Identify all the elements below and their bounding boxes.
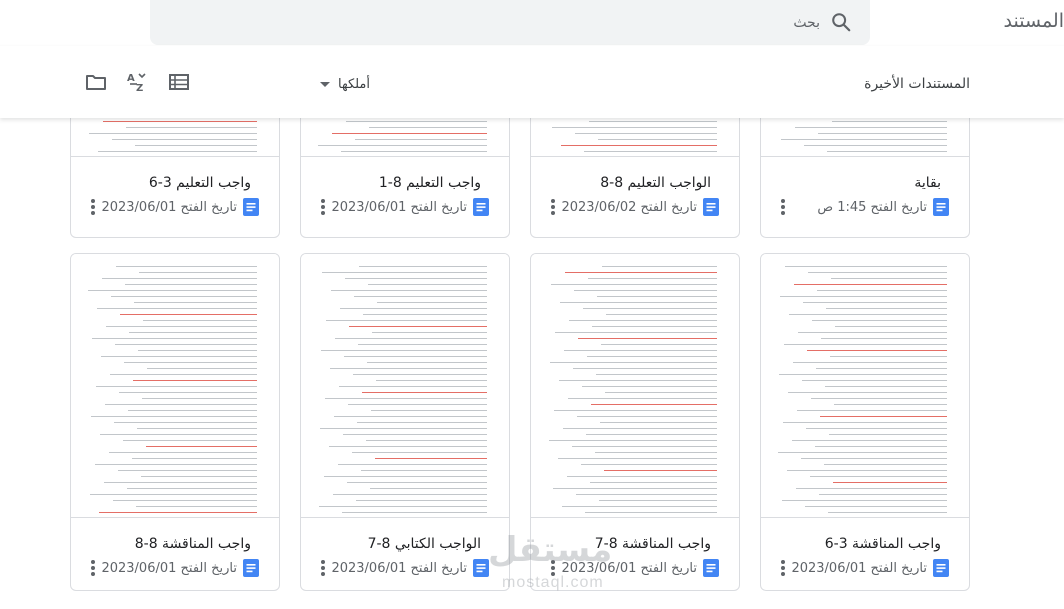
google-docs-icon [243, 559, 259, 577]
toolbar: A Z أملكها المستندات الأخيرة [0, 46, 1064, 118]
document-title: واجب التعليم 3-6 [148, 175, 251, 191]
search-icon[interactable] [830, 11, 852, 33]
document-card[interactable]: واجب التعليم 3-6 تاريخ الفتح 2023/06/01 [70, 118, 280, 238]
document-meta: تاريخ الفتح 2023/06/02 [561, 198, 719, 216]
document-opened-date: تاريخ الفتح 2023/06/02 [561, 199, 697, 215]
document-card[interactable]: واجب المناقشة 8-7 تاريخ الفتح 2023/06/01 [530, 253, 740, 591]
more-options-icon[interactable] [85, 197, 101, 217]
document-meta: تاريخ الفتح 2023/06/01 [791, 559, 949, 577]
document-title: الواجب التعليم 8-8 [600, 175, 711, 191]
document-opened-date: تاريخ الفتح 2023/06/01 [101, 199, 237, 215]
document-title: واجب المناقشة 8-8 [134, 536, 251, 552]
chevron-down-icon [320, 81, 330, 87]
document-title: واجب المناقشة 8-7 [594, 536, 711, 552]
document-title: واجب المناقشة 3-6 [824, 536, 941, 552]
more-options-icon[interactable] [315, 558, 331, 578]
document-opened-date: تاريخ الفتح 2023/06/01 [791, 560, 927, 576]
document-opened-date: تاريخ الفتح 2023/06/01 [561, 560, 697, 576]
document-meta: تاريخ الفتح 2023/06/01 [101, 198, 259, 216]
more-options-icon[interactable] [85, 558, 101, 578]
document-meta: تاريخ الفتح 2023/06/01 [561, 559, 719, 577]
document-meta: تاريخ الفتح 2023/06/01 [331, 198, 489, 216]
document-thumbnail[interactable] [531, 254, 739, 518]
document-card[interactable]: واجب التعليم 8-1 تاريخ الفتح 2023/06/01 [300, 118, 510, 238]
google-docs-icon [703, 559, 719, 577]
document-card[interactable]: بقاية تاريخ الفتح 1:45 ص [760, 118, 970, 238]
document-thumbnail[interactable] [301, 118, 509, 157]
document-meta: تاريخ الفتح 1:45 ص [817, 198, 949, 216]
more-options-icon[interactable] [775, 558, 791, 578]
document-card[interactable]: الواجب الكتابي 8-7 تاريخ الفتح 2023/06/01 [300, 253, 510, 591]
document-thumbnail[interactable] [761, 254, 969, 518]
google-docs-icon [473, 198, 489, 216]
section-title: المستندات الأخيرة [864, 76, 970, 92]
more-options-icon[interactable] [545, 197, 561, 217]
owner-filter-dropdown[interactable]: أملكها [320, 74, 370, 94]
list-view-icon[interactable] [167, 70, 191, 94]
sort-az-icon[interactable]: A Z [125, 70, 149, 94]
document-thumbnail[interactable] [71, 118, 279, 157]
search-input[interactable] [220, 12, 820, 34]
document-opened-date: تاريخ الفتح 1:45 ص [817, 199, 927, 215]
app-title: المستندات [1004, 10, 1064, 32]
more-options-icon[interactable] [775, 197, 791, 217]
document-opened-date: تاريخ الفتح 2023/06/01 [101, 560, 237, 576]
document-meta: تاريخ الفتح 2023/06/01 [331, 559, 489, 577]
folder-icon[interactable] [84, 70, 108, 94]
google-docs-icon [703, 198, 719, 216]
svg-text:Z: Z [136, 83, 143, 94]
google-docs-icon [243, 198, 259, 216]
document-thumbnail[interactable] [531, 118, 739, 157]
document-title: الواجب الكتابي 8-7 [367, 536, 481, 552]
more-options-icon[interactable] [545, 558, 561, 578]
document-opened-date: تاريخ الفتح 2023/06/01 [331, 560, 467, 576]
document-thumbnail[interactable] [71, 254, 279, 518]
document-thumbnail[interactable] [761, 118, 969, 157]
document-title: بقاية [914, 175, 941, 191]
document-opened-date: تاريخ الفتح 2023/06/01 [331, 199, 467, 215]
document-card[interactable]: واجب المناقشة 3-6 تاريخ الفتح 2023/06/01 [760, 253, 970, 591]
documents-grid: بقاية تاريخ الفتح 1:45 ص الواجب التعليم 8-… [0, 118, 1064, 609]
owner-filter-label: أملكها [338, 76, 371, 92]
document-card[interactable]: واجب المناقشة 8-8 تاريخ الفتح 2023/06/01 [70, 253, 280, 591]
top-bar: المستندات [0, 0, 1064, 46]
document-thumbnail[interactable] [301, 254, 509, 518]
google-docs-icon [473, 559, 489, 577]
document-title: واجب التعليم 8-1 [378, 175, 481, 191]
google-docs-icon [933, 559, 949, 577]
document-card[interactable]: الواجب التعليم 8-8 تاريخ الفتح 2023/06/02 [530, 118, 740, 238]
google-docs-icon [933, 198, 949, 216]
document-meta: تاريخ الفتح 2023/06/01 [101, 559, 259, 577]
more-options-icon[interactable] [315, 197, 331, 217]
search-box[interactable] [150, 0, 870, 45]
svg-text:A: A [127, 73, 135, 84]
